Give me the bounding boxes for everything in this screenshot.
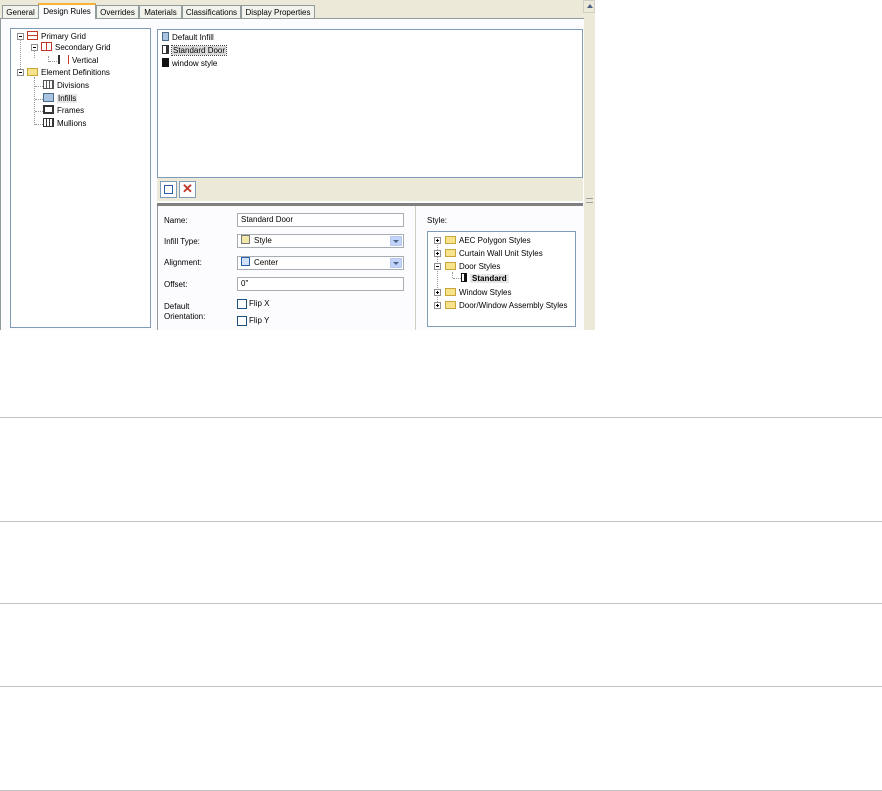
collapse-secondary-grid-toggle[interactable]: [31, 44, 38, 51]
list-item-default-infill[interactable]: Default Infill: [162, 32, 214, 43]
tab-general[interactable]: General: [2, 5, 39, 18]
grid-icon: [27, 31, 38, 40]
collapse-door-styles-toggle[interactable]: [434, 263, 441, 270]
tree-item-element-definitions[interactable]: Element Definitions: [27, 67, 110, 79]
flip-x-checkbox[interactable]: [237, 299, 247, 309]
flip-x-label: Flip X: [249, 299, 270, 308]
alignment-icon: [241, 257, 250, 266]
divider-line: [0, 686, 882, 687]
expand-aec-polygon-styles-toggle[interactable]: [434, 237, 441, 244]
style-tree[interactable]: AEC Polygon Styles Curtain Wall Unit Sty…: [427, 231, 576, 327]
tree-item-frames[interactable]: Frames: [43, 105, 84, 117]
flip-y-checkbox[interactable]: [237, 316, 247, 326]
list-item-window-style[interactable]: window style: [162, 58, 217, 69]
window-style-icon: [162, 58, 169, 67]
tab-materials[interactable]: Materials: [139, 5, 182, 18]
style-item-door-window-assembly-styles[interactable]: Door/Window Assembly Styles: [445, 300, 567, 312]
tab-overrides[interactable]: Overrides: [96, 5, 139, 18]
scroll-up-arrow[interactable]: [583, 0, 595, 13]
folder-icon: [27, 68, 38, 76]
divider-line: [0, 603, 882, 604]
style-item-door-styles[interactable]: Door Styles: [445, 261, 500, 273]
tree-item-vertical[interactable]: Vertical: [58, 55, 98, 67]
tab-strip: General Design Rules Overrides Materials…: [0, 3, 590, 19]
style-item-curtain-wall-unit-styles[interactable]: Curtain Wall Unit Styles: [445, 248, 543, 260]
mullions-icon: [43, 118, 54, 127]
tree-item-infills[interactable]: Infills: [43, 93, 78, 105]
folder-icon: [445, 236, 456, 244]
default-orientation-label: Default Orientation:: [164, 302, 206, 321]
element-tree[interactable]: Primary Grid Secondary Grid Vertical Ele…: [10, 28, 151, 328]
tab-design-rules[interactable]: Design Rules: [38, 3, 96, 19]
style-item-aec-polygon-styles[interactable]: AEC Polygon Styles: [445, 235, 531, 247]
divider-line: [0, 417, 882, 418]
tree-item-secondary-grid[interactable]: Secondary Grid: [41, 42, 111, 54]
collapse-element-definitions-toggle[interactable]: [17, 69, 24, 76]
expand-door-window-assembly-styles-toggle[interactable]: [434, 302, 441, 309]
expand-curtain-wall-unit-styles-toggle[interactable]: [434, 250, 441, 257]
tab-display-properties[interactable]: Display Properties: [241, 5, 315, 18]
infill-type-label: Infill Type:: [164, 237, 200, 246]
list-item-standard-door[interactable]: Standard Door: [162, 45, 228, 56]
new-infill-button[interactable]: [160, 181, 177, 198]
expand-window-styles-toggle[interactable]: [434, 289, 441, 296]
style-edit-icon: [241, 235, 250, 244]
list-toolbar: ✕: [157, 178, 583, 201]
frames-icon: [43, 105, 54, 114]
infill-type-select[interactable]: Style: [237, 234, 404, 248]
folder-icon: [445, 301, 456, 309]
panel-divider: [415, 206, 416, 330]
style-item-standard[interactable]: Standard: [461, 273, 509, 285]
folder-icon: [445, 288, 456, 296]
delete-icon: ✕: [182, 181, 193, 196]
divisions-icon: [43, 80, 54, 89]
door-icon: [461, 273, 467, 282]
new-item-icon: [164, 185, 173, 194]
delete-infill-button[interactable]: ✕: [179, 181, 196, 198]
name-label: Name:: [164, 216, 188, 225]
door-icon: [162, 45, 169, 54]
style-label: Style:: [427, 216, 448, 225]
alignment-select[interactable]: Center: [237, 256, 404, 270]
folder-icon: [445, 262, 456, 270]
tree-item-divisions[interactable]: Divisions: [43, 80, 89, 92]
chevron-down-icon[interactable]: [390, 258, 402, 268]
splitter-grip[interactable]: [586, 198, 593, 203]
style-item-window-styles[interactable]: Window Styles: [445, 287, 511, 299]
divider-line: [0, 521, 882, 522]
alignment-label: Alignment:: [164, 258, 202, 267]
tree-item-mullions[interactable]: Mullions: [43, 118, 86, 130]
flip-y-label: Flip Y: [249, 316, 270, 325]
folder-icon: [445, 249, 456, 257]
vertical-division-icon: [58, 55, 69, 64]
tab-classifications[interactable]: Classifications: [182, 5, 241, 18]
infill-icon: [43, 93, 54, 102]
dialog-scrollbar[interactable]: [585, 18, 593, 330]
style-properties-dialog: General Design Rules Overrides Materials…: [0, 0, 595, 330]
infill-icon: [162, 32, 169, 41]
name-field[interactable]: Standard Door: [237, 213, 404, 227]
grid-icon: [41, 42, 52, 51]
infill-definition-list[interactable]: Default Infill Standard Door window styl…: [157, 29, 583, 178]
collapse-primary-grid-toggle[interactable]: [17, 33, 24, 40]
offset-field[interactable]: 0": [237, 277, 404, 291]
offset-label: Offset:: [164, 280, 188, 289]
chevron-down-icon[interactable]: [390, 236, 402, 246]
